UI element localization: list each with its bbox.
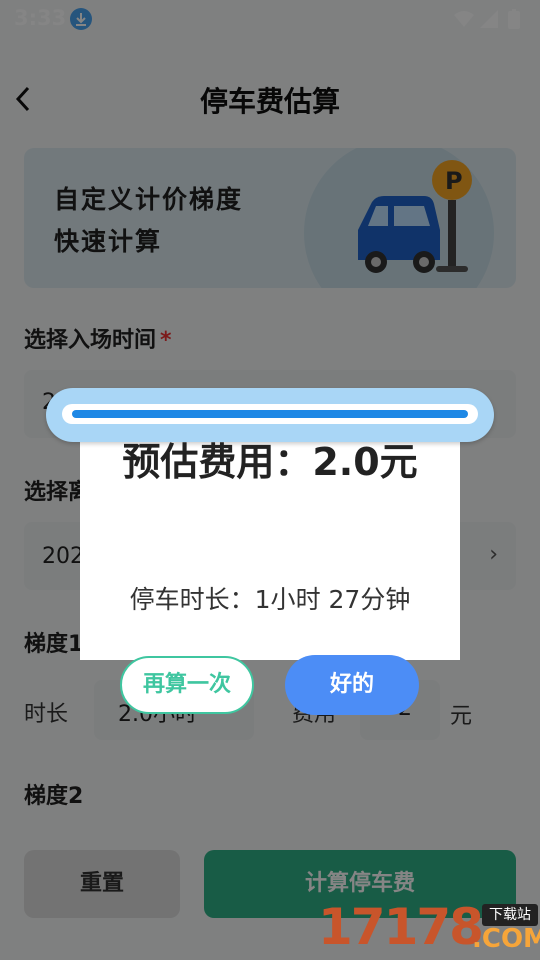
watermark-number: 17178 — [318, 898, 484, 956]
scroll-line-decor — [72, 410, 468, 418]
watermark-tag: 下载站 — [482, 904, 538, 926]
watermark-domain: .COM — [472, 924, 540, 954]
estimated-cost-text: 预估费用：2.0元 — [122, 440, 418, 484]
ok-button[interactable]: 好的 — [285, 655, 419, 715]
parking-duration-text: 停车时长：1小时 27分钟 — [129, 585, 411, 614]
recalculate-button[interactable]: 再算一次 — [120, 656, 254, 714]
